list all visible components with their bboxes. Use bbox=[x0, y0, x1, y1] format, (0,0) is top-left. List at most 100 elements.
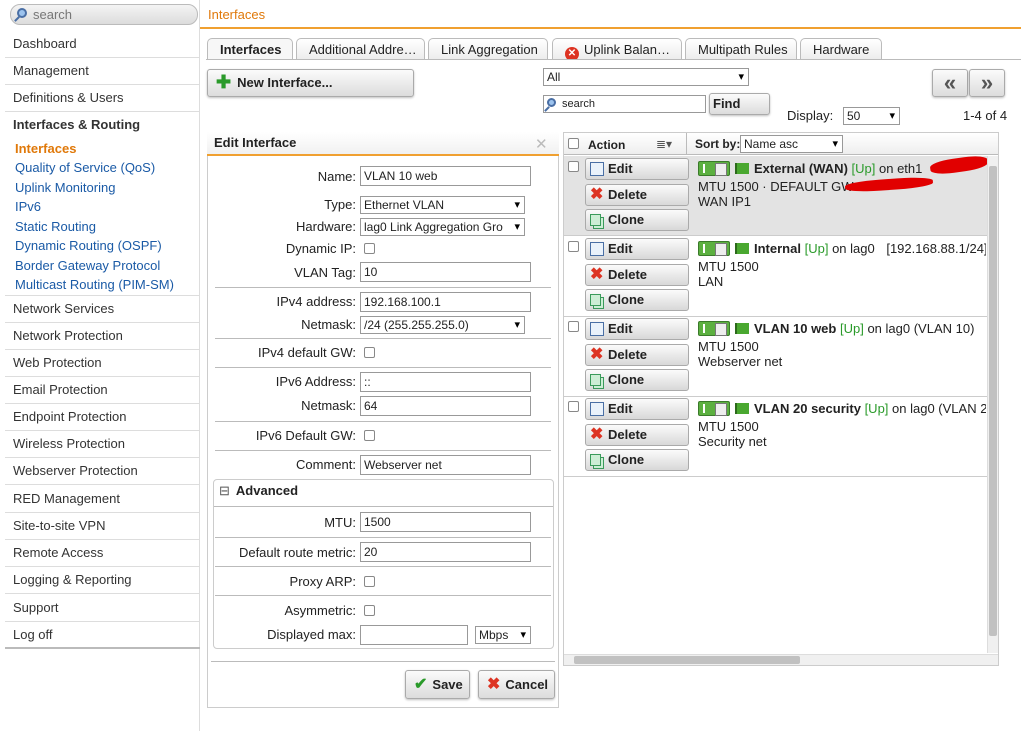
sidebar-item-support[interactable]: Support bbox=[5, 595, 200, 622]
sidebar-subitem-uplink-monitoring[interactable]: Uplink Monitoring bbox=[15, 179, 115, 197]
comment-input[interactable]: Webserver net bbox=[360, 455, 531, 475]
horizontal-scrollbar[interactable] bbox=[564, 654, 998, 665]
sidebar-item-network-protection[interactable]: Network Protection bbox=[5, 323, 200, 350]
select-all-checkbox[interactable] bbox=[568, 138, 579, 149]
tab-additional-addresses[interactable]: Additional Addre… bbox=[296, 38, 425, 60]
asymmetric-checkbox[interactable] bbox=[364, 605, 375, 616]
edit-button[interactable]: Edit bbox=[585, 238, 689, 260]
advanced-header[interactable]: ⊟ Advanced bbox=[219, 483, 298, 499]
sidebar-item-dashboard[interactable]: Dashboard bbox=[5, 31, 200, 58]
edit-button[interactable]: Edit bbox=[585, 318, 689, 340]
column-menu-icon[interactable]: ≣▾ bbox=[656, 137, 672, 151]
form-divider bbox=[215, 367, 551, 368]
dynamic-ip-checkbox[interactable] bbox=[364, 243, 375, 254]
vlan-tag-input[interactable]: 10 bbox=[360, 262, 531, 282]
clone-button[interactable]: Clone bbox=[585, 449, 689, 471]
sidebar-item-network-services[interactable]: Network Services bbox=[5, 296, 200, 323]
unit-select[interactable]: Mbps bbox=[475, 626, 531, 644]
name-input[interactable]: VLAN 10 web bbox=[360, 166, 531, 186]
tab-interfaces[interactable]: Interfaces bbox=[207, 38, 293, 60]
edit-icon bbox=[590, 162, 604, 176]
tab-link-aggregation[interactable]: Link Aggregation bbox=[428, 38, 548, 60]
tab-multipath-rules[interactable]: Multipath Rules bbox=[685, 38, 797, 60]
sidebar-item-site-to-site-vpn[interactable]: Site-to-site VPN bbox=[5, 513, 200, 540]
delete-icon: ✖ bbox=[590, 426, 604, 443]
filter-select[interactable]: All bbox=[543, 68, 749, 86]
delete-label: Delete bbox=[608, 267, 648, 282]
interface-name[interactable]: External (WAN) bbox=[754, 161, 848, 176]
sidebar-item-logging-reporting[interactable]: Logging & Reporting bbox=[5, 567, 200, 594]
sidebar-subitem-qos[interactable]: Quality of Service (QoS) bbox=[15, 159, 155, 177]
sidebar-subitem-ospf[interactable]: Dynamic Routing (OSPF) bbox=[15, 237, 162, 255]
interface-name[interactable]: Internal bbox=[754, 241, 801, 256]
status-toggle[interactable] bbox=[698, 321, 730, 336]
delete-button[interactable]: ✖ Delete bbox=[585, 424, 689, 446]
edit-button[interactable]: Edit bbox=[585, 158, 689, 180]
ipv4-gw-checkbox[interactable] bbox=[364, 347, 375, 358]
clone-button[interactable]: Clone bbox=[585, 289, 689, 311]
netmask-select[interactable]: /24 (255.255.255.0) bbox=[360, 316, 525, 334]
sidebar-item-log-off[interactable]: Log off bbox=[5, 622, 200, 649]
sidebar-item-red-management[interactable]: RED Management bbox=[5, 486, 200, 513]
sidebar-search-input[interactable]: search bbox=[10, 4, 198, 25]
sidebar-item-email-protection[interactable]: Email Protection bbox=[5, 377, 200, 404]
list-search-placeholder: search bbox=[562, 98, 596, 110]
interface-details: MTU 1500 bbox=[698, 339, 759, 354]
list-search-input[interactable]: search bbox=[543, 95, 706, 113]
netmask6-input[interactable]: 64 bbox=[360, 396, 531, 416]
sidebar-item-endpoint-protection[interactable]: Endpoint Protection bbox=[5, 404, 200, 431]
sidebar-subitem-interfaces[interactable]: Interfaces bbox=[15, 140, 76, 158]
row-checkbox[interactable] bbox=[568, 241, 579, 252]
proxy-arp-checkbox[interactable] bbox=[364, 576, 375, 587]
displayed-max-input[interactable] bbox=[360, 625, 468, 645]
delete-button[interactable]: ✖ Delete bbox=[585, 344, 689, 366]
delete-button[interactable]: ✖ Delete bbox=[585, 264, 689, 286]
interface-name[interactable]: VLAN 10 web bbox=[754, 321, 836, 336]
clone-button[interactable]: Clone bbox=[585, 369, 689, 391]
delete-button[interactable]: ✖ Delete bbox=[585, 184, 689, 206]
route-metric-input[interactable]: 20 bbox=[360, 542, 531, 562]
tab-uplink-balancing[interactable]: ✕ Uplink Balan… bbox=[552, 38, 682, 60]
vertical-scroll-thumb[interactable] bbox=[989, 166, 997, 636]
sidebar-item-definitions-users[interactable]: Definitions & Users bbox=[5, 85, 200, 112]
sidebar-item-wireless-protection[interactable]: Wireless Protection bbox=[5, 431, 200, 458]
find-button[interactable]: Find bbox=[709, 93, 770, 115]
page-next-button[interactable]: » bbox=[969, 69, 1005, 97]
sidebar-subitem-bgp[interactable]: Border Gateway Protocol bbox=[15, 257, 160, 275]
new-interface-button[interactable]: ✚ New Interface... bbox=[207, 69, 414, 97]
sidebar-item-remote-access[interactable]: Remote Access bbox=[5, 540, 200, 567]
hardware-select[interactable]: lag0 Link Aggregation Gro bbox=[360, 218, 525, 236]
ipv4-address-input[interactable]: 192.168.100.1 bbox=[360, 292, 531, 312]
row-checkbox[interactable] bbox=[568, 401, 579, 412]
row-checkbox[interactable] bbox=[568, 161, 579, 172]
status-toggle[interactable] bbox=[698, 161, 730, 176]
page-prev-button[interactable]: « bbox=[932, 69, 968, 97]
sidebar-item-management[interactable]: Management bbox=[5, 58, 200, 85]
display-count-select[interactable]: 50 bbox=[843, 107, 900, 125]
sidebar-item-web-protection[interactable]: Web Protection bbox=[5, 350, 200, 377]
status-toggle[interactable] bbox=[698, 401, 730, 416]
edit-button[interactable]: Edit bbox=[585, 398, 689, 420]
ipv6-address-input[interactable]: :: bbox=[360, 372, 531, 392]
close-icon[interactable]: ✕ bbox=[535, 135, 548, 153]
sidebar-item-interfaces-routing[interactable]: Interfaces & Routing bbox=[5, 112, 200, 139]
cancel-label: Cancel bbox=[505, 677, 549, 692]
row-checkbox[interactable] bbox=[568, 321, 579, 332]
sidebar-subitem-ipv6[interactable]: IPv6 bbox=[15, 198, 41, 216]
sidebar-subitem-static-routing[interactable]: Static Routing bbox=[15, 218, 96, 236]
sidebar-subitem-multicast[interactable]: Multicast Routing (PIM-SM) bbox=[15, 276, 174, 294]
mtu-input[interactable]: 1500 bbox=[360, 512, 531, 532]
sortby-select[interactable]: Name asc bbox=[740, 135, 843, 153]
interface-status: [Up] bbox=[839, 321, 864, 336]
horizontal-scroll-thumb[interactable] bbox=[574, 656, 800, 664]
status-toggle[interactable] bbox=[698, 241, 730, 256]
save-button[interactable]: ✔ Save bbox=[405, 670, 470, 699]
interface-name[interactable]: VLAN 20 security bbox=[754, 401, 861, 416]
vertical-scrollbar[interactable] bbox=[987, 156, 998, 653]
sidebar-item-webserver-protection[interactable]: Webserver Protection bbox=[5, 458, 200, 485]
tab-hardware[interactable]: Hardware bbox=[800, 38, 882, 60]
ipv6-gw-checkbox[interactable] bbox=[364, 430, 375, 441]
cancel-button[interactable]: ✖ Cancel bbox=[478, 670, 555, 699]
type-select[interactable]: Ethernet VLAN bbox=[360, 196, 525, 214]
clone-button[interactable]: Clone bbox=[585, 209, 689, 231]
